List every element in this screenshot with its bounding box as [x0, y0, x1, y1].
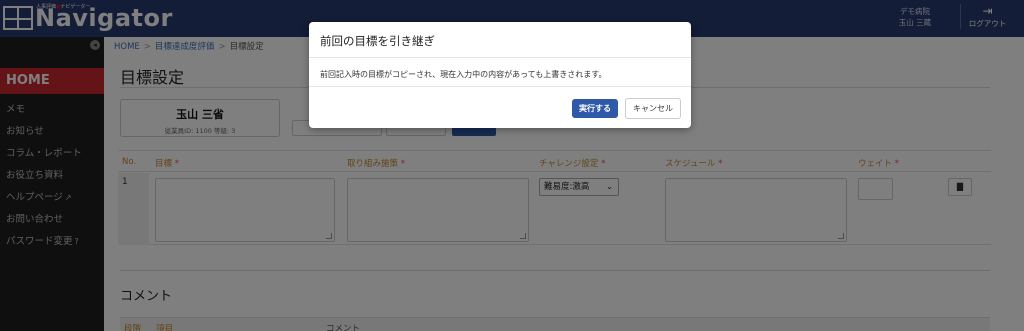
dialog-title: 前回の目標を引き継ぎ	[320, 34, 435, 48]
execute-button[interactable]: 実行する	[572, 99, 618, 118]
cancel-button[interactable]: キャンセル	[625, 98, 681, 119]
dialog-footer-divider	[309, 86, 691, 87]
inherit-goals-dialog: 前回の目標を引き継ぎ 前回記入時の目標がコピーされ、現在入力中の内容があっても上…	[309, 22, 691, 128]
dialog-header: 前回の目標を引き継ぎ	[309, 22, 691, 58]
dialog-message: 前回記入時の目標がコピーされ、現在入力中の内容があっても上書きされます。	[320, 70, 607, 79]
